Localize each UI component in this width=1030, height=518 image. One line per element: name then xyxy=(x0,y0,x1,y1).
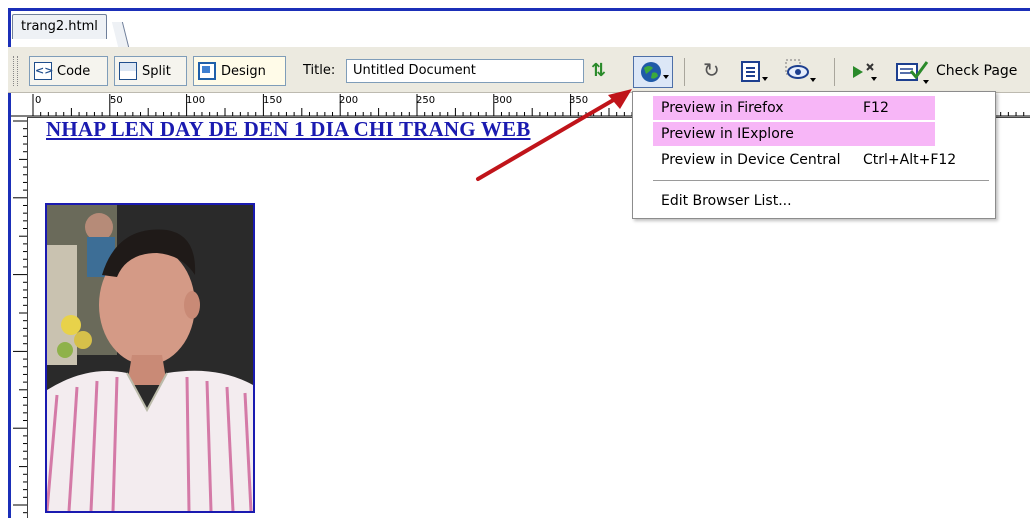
menu-item-label: Edit Browser List... xyxy=(661,193,792,209)
check-page-label[interactable]: Check Page xyxy=(936,63,1017,79)
check-page-button[interactable] xyxy=(895,59,933,89)
menu-item-shortcut: Ctrl+Alt+F12 xyxy=(863,152,957,168)
check-page-icon xyxy=(896,61,929,84)
code-view-button[interactable]: <> Code xyxy=(29,56,108,86)
menu-item-preview-iexplore[interactable]: Preview in IExplore xyxy=(653,122,935,146)
menu-item-edit-browser-list[interactable]: Edit Browser List... xyxy=(633,189,995,213)
address-link[interactable]: NHAP LEN DAY DE DEN 1 DIA CHI TRANG WEB xyxy=(46,117,530,142)
preview-browser-menu: Preview in Firefox F12 Preview in IExplo… xyxy=(632,91,996,219)
ruler-label: 150 xyxy=(263,95,283,106)
portrait-photo xyxy=(45,203,255,513)
title-label: Title: xyxy=(303,63,336,78)
menu-item-label: Preview in IExplore xyxy=(661,126,794,142)
menu-item-preview-firefox[interactable]: Preview in Firefox F12 xyxy=(653,96,935,120)
visual-aids-button[interactable] xyxy=(784,58,818,88)
design-icon xyxy=(198,62,216,80)
ruler-label: 250 xyxy=(416,95,436,106)
ruler-label: 100 xyxy=(186,95,206,106)
visual-aids-icon xyxy=(785,59,816,82)
split-view-label: Split xyxy=(142,63,171,79)
menu-item-label: Preview in Firefox xyxy=(661,100,784,116)
toolbar-separator-2 xyxy=(834,58,835,86)
portrait-image xyxy=(47,205,253,511)
view-options-icon xyxy=(741,61,768,82)
ruler-label: 50 xyxy=(110,95,123,106)
design-view-label: Design xyxy=(221,63,266,79)
code-view-label: Code xyxy=(57,63,91,79)
code-icon: <> xyxy=(34,62,53,80)
design-view-button[interactable]: Design xyxy=(193,56,286,86)
menu-item-shortcut: F12 xyxy=(863,100,889,116)
document-tab[interactable]: trang2.html xyxy=(12,14,107,39)
menu-item-preview-device-central[interactable]: Preview in Device Central Ctrl+Alt+F12 xyxy=(633,148,995,172)
toolbar-separator xyxy=(684,58,685,86)
validate-markup-icon xyxy=(853,63,877,81)
ruler-label: 0 xyxy=(35,95,42,106)
split-view-button[interactable]: Split xyxy=(114,56,187,86)
ruler-label: 200 xyxy=(339,95,359,106)
red-arrow-annotation xyxy=(476,89,632,181)
validate-markup-button[interactable] xyxy=(849,60,883,88)
view-options-button[interactable] xyxy=(741,60,771,88)
split-icon xyxy=(119,62,137,80)
toolbar-grip[interactable] xyxy=(13,56,18,86)
vertical-ruler xyxy=(11,117,28,518)
refresh-icon[interactable]: ↻ xyxy=(703,58,720,82)
menu-item-label: Preview in Device Central xyxy=(661,152,841,168)
document-tab-label: trang2.html xyxy=(21,19,98,34)
menu-separator xyxy=(653,180,989,181)
